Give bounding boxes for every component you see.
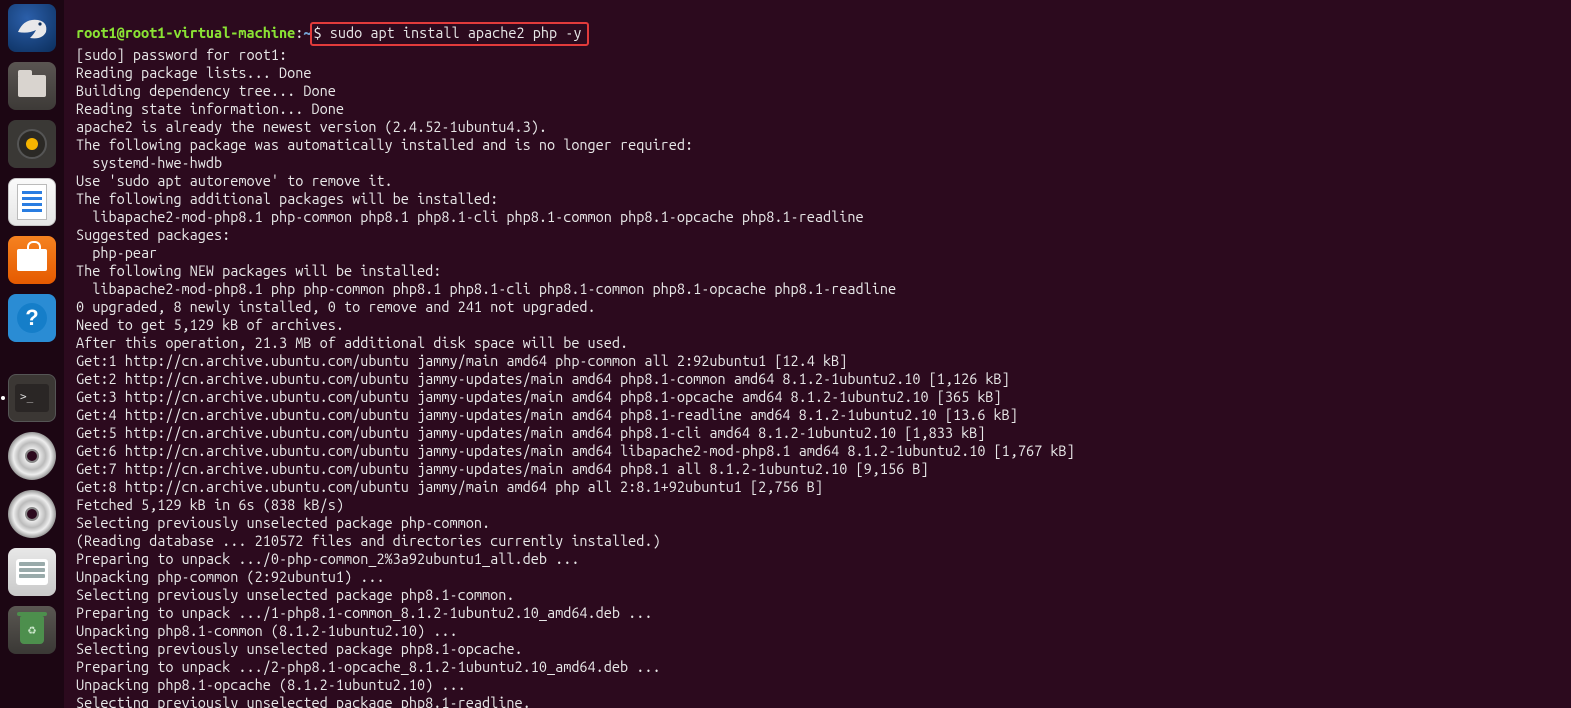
terminal-output-line: Preparing to unpack .../2-php8.1-opcache…: [76, 658, 1563, 676]
terminal-output-line: Preparing to unpack .../0-php-common_2%3…: [76, 550, 1563, 568]
command-highlight-box: $ sudo apt install apache2 php -y: [310, 22, 590, 46]
terminal-output-line: apache2 is already the newest version (2…: [76, 118, 1563, 136]
terminal-output-line: Suggested packages:: [76, 226, 1563, 244]
terminal-output-line: The following NEW packages will be insta…: [76, 262, 1563, 280]
terminal-output-line: Get:4 http://cn.archive.ubuntu.com/ubunt…: [76, 406, 1563, 424]
terminal-icon[interactable]: [8, 374, 56, 422]
terminal-output-line: The following package was automatically …: [76, 136, 1563, 154]
rhythmbox-icon[interactable]: [8, 120, 56, 168]
disks-icon[interactable]: [8, 548, 56, 596]
terminal-output-line: Get:8 http://cn.archive.ubuntu.com/ubunt…: [76, 478, 1563, 496]
disc-icon-2[interactable]: [8, 490, 56, 538]
terminal-output-line: Get:1 http://cn.archive.ubuntu.com/ubunt…: [76, 352, 1563, 370]
prompt-user-host: root1@root1-virtual-machine: [76, 24, 295, 41]
terminal-pane[interactable]: root1@root1-virtual-machine:~$ sudo apt …: [64, 0, 1571, 708]
terminal-output-line: Selecting previously unselected package …: [76, 586, 1563, 604]
terminal-output-line: Unpacking php8.1-opcache (8.1.2-1ubuntu2…: [76, 676, 1563, 694]
ubuntu-software-icon[interactable]: [8, 236, 56, 284]
terminal-output-line: 0 upgraded, 8 newly installed, 0 to remo…: [76, 298, 1563, 316]
terminal-output-line: Reading state information... Done: [76, 100, 1563, 118]
terminal-output-line: Fetched 5,129 kB in 6s (838 kB/s): [76, 496, 1563, 514]
terminal-output-line: Building dependency tree... Done: [76, 82, 1563, 100]
terminal-output-line: Need to get 5,129 kB of archives.: [76, 316, 1563, 334]
terminal-output-line: libapache2-mod-php8.1 php-common php8.1 …: [76, 208, 1563, 226]
libreoffice-writer-icon[interactable]: [8, 178, 56, 226]
files-icon[interactable]: [8, 62, 56, 110]
help-icon[interactable]: ?: [8, 294, 56, 342]
terminal-output-line: Unpacking php-common (2:92ubuntu1) ...: [76, 568, 1563, 586]
launcher-dock: ?: [0, 0, 64, 708]
trash-icon[interactable]: [8, 606, 56, 654]
terminal-output-line: Reading package lists... Done: [76, 64, 1563, 82]
command-text: sudo apt install apache2 php -y: [322, 24, 582, 41]
terminal-output-line: The following additional packages will b…: [76, 190, 1563, 208]
terminal-output-line: Selecting previously unselected package …: [76, 694, 1563, 708]
terminal-output-line: Get:6 http://cn.archive.ubuntu.com/ubunt…: [76, 442, 1563, 460]
terminal-output-line: Get:2 http://cn.archive.ubuntu.com/ubunt…: [76, 370, 1563, 388]
terminal-output-line: (Reading database ... 210572 files and d…: [76, 532, 1563, 550]
terminal-output-line: Use 'sudo apt autoremove' to remove it.: [76, 172, 1563, 190]
terminal-output-line: libapache2-mod-php8.1 php php-common php…: [76, 280, 1563, 298]
terminal-output-line: Preparing to unpack .../1-php8.1-common_…: [76, 604, 1563, 622]
terminal-output-line: php-pear: [76, 244, 1563, 262]
terminal-output-line: systemd-hwe-hwdb: [76, 154, 1563, 172]
terminal-output-line: Selecting previously unselected package …: [76, 640, 1563, 658]
thunderbird-icon[interactable]: [8, 4, 56, 52]
terminal-output-line: Unpacking php8.1-common (8.1.2-1ubuntu2.…: [76, 622, 1563, 640]
terminal-output: [sudo] password for root1:Reading packag…: [76, 46, 1563, 708]
terminal-output-line: Get:7 http://cn.archive.ubuntu.com/ubunt…: [76, 460, 1563, 478]
terminal-output-line: Get:3 http://cn.archive.ubuntu.com/ubunt…: [76, 388, 1563, 406]
prompt-line: root1@root1-virtual-machine:~$ sudo apt …: [76, 22, 1563, 46]
disc-icon-1[interactable]: [8, 432, 56, 480]
terminal-output-line: Selecting previously unselected package …: [76, 514, 1563, 532]
terminal-output-line: [sudo] password for root1:: [76, 46, 1563, 64]
terminal-output-line: After this operation, 21.3 MB of additio…: [76, 334, 1563, 352]
terminal-output-line: Get:5 http://cn.archive.ubuntu.com/ubunt…: [76, 424, 1563, 442]
